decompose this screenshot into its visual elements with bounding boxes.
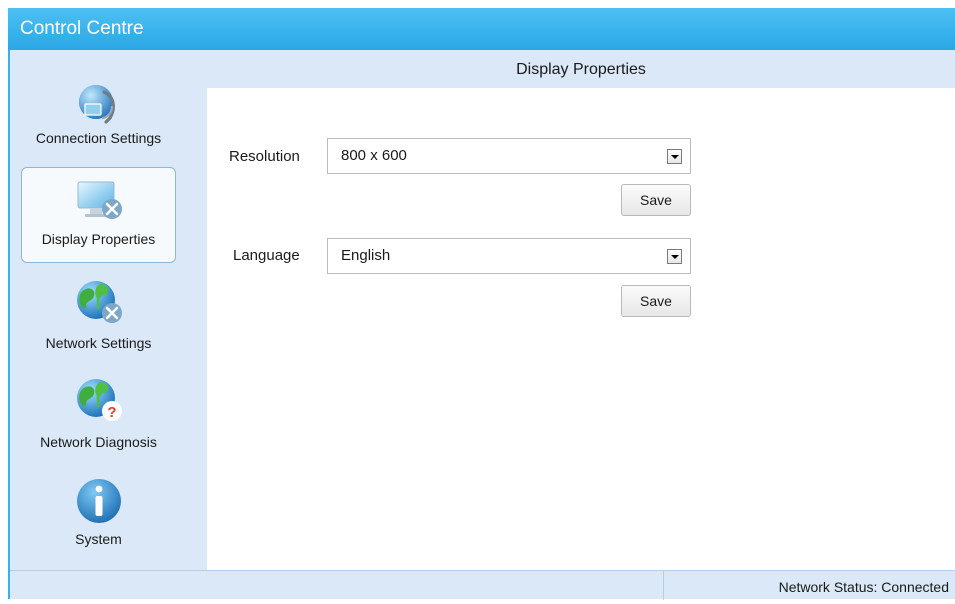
resolution-select[interactable]: 800 x 600: [327, 138, 691, 174]
sidebar-item-label: Connection Settings: [35, 130, 162, 146]
save-language-button[interactable]: Save: [621, 285, 691, 317]
status-divider: [663, 571, 664, 600]
resolution-value: 800 x 600: [341, 147, 407, 164]
language-select[interactable]: English: [327, 238, 691, 274]
sidebar-item-label: Network Diagnosis: [40, 434, 157, 450]
control-centre-window: Control Centre Connection Settings Displ…: [0, 0, 955, 600]
chevron-down-icon[interactable]: [667, 249, 682, 264]
display-properties-icon: [77, 181, 122, 219]
sidebar-item-label: System: [75, 531, 122, 547]
language-value: English: [341, 247, 391, 264]
sidebar-item-display-properties[interactable]: Display Properties: [21, 167, 176, 263]
status-bar: Network Status: Connected: [10, 570, 955, 600]
sidebar-item-system[interactable]: System: [21, 474, 176, 570]
resolution-label: Resolution: [229, 148, 300, 165]
network-diagnosis-icon: ?: [76, 379, 122, 421]
info-icon: [76, 479, 121, 523]
network-settings-icon: [76, 281, 122, 323]
sidebar-item-network-settings[interactable]: Network Settings: [21, 274, 176, 370]
window-title: Control Centre: [8, 8, 955, 50]
sidebar-item-connection-settings[interactable]: Connection Settings: [21, 74, 176, 170]
panel-title: Display Properties: [207, 50, 955, 88]
save-resolution-button[interactable]: Save: [621, 184, 691, 216]
language-label: Language: [233, 247, 300, 264]
connection-settings-icon: [78, 85, 115, 124]
network-status: Network Status: Connected: [778, 579, 949, 595]
sidebar-item-label: Network Settings: [45, 335, 152, 351]
svg-text:?: ?: [107, 404, 116, 421]
chevron-down-icon[interactable]: [667, 149, 682, 164]
sidebar-item-network-diagnosis[interactable]: ? Network Diagnosis: [21, 374, 176, 470]
sidebar-item-label: Display Properties: [41, 231, 156, 247]
